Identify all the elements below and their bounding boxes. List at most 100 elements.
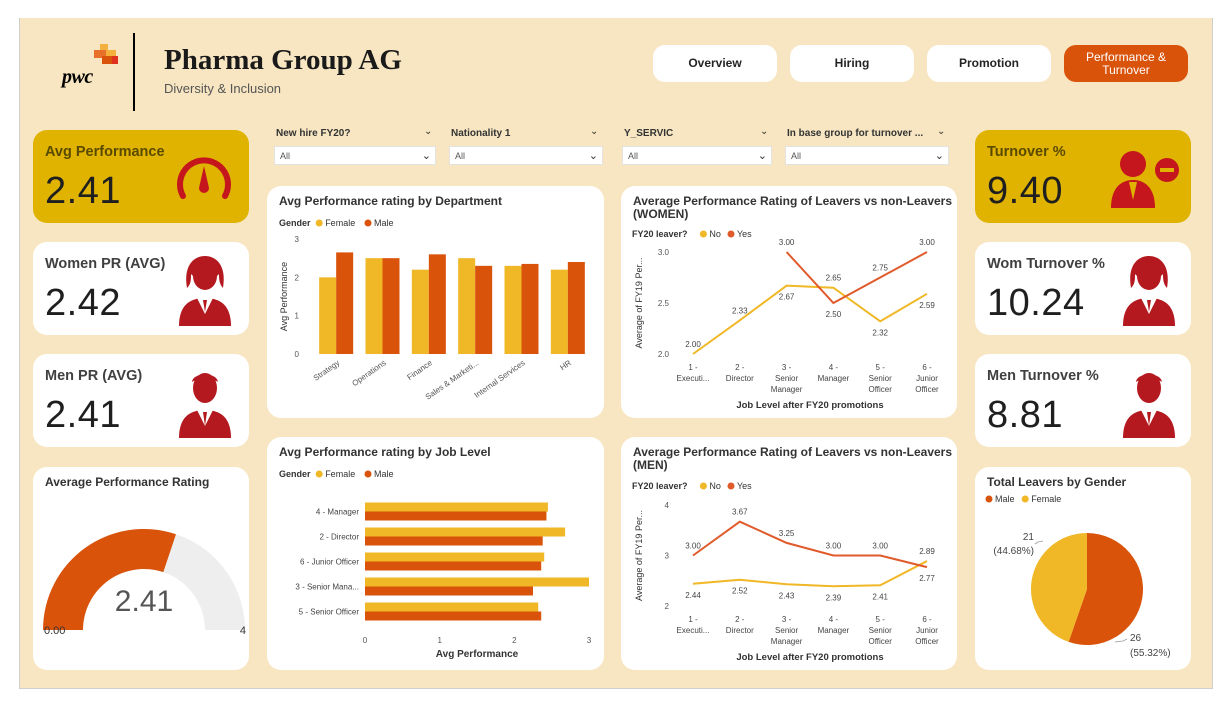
bar [365,502,548,512]
x-tick-label: Senior [775,374,798,383]
data-label: 2.00 [685,340,701,349]
x-tick-label: 4 - [829,363,839,372]
canvas-border-left [19,18,20,688]
kpi-women-pr-card: Women PR (AVG) 2.42 [33,242,249,335]
chevron-down-icon[interactable]: ⌄ [590,126,598,137]
data-label: 2.65 [826,274,842,283]
x-tick-label: Manager [771,637,803,646]
x-tick-label: Officer [915,637,939,646]
x-tick-label: 4 - [829,615,839,624]
kpi-label: Men PR (AVG) [45,368,143,384]
legend-marker [699,230,707,238]
y-axis-label: Average of FY19 Per... [634,258,644,349]
y-tick-label: 4 - Manager [316,508,359,517]
legend-label: Male [374,469,394,479]
kpi-label: Turnover % [987,144,1066,160]
x-tick-label: 1 [437,636,442,645]
legend-marker [315,470,323,478]
x-tick-label: Officer [868,637,892,646]
x-tick-label: 2 - [735,363,745,372]
nav-promotion-button[interactable]: Promotion [927,45,1051,82]
data-label: 3.25 [779,529,795,538]
x-tick-label: 5 - [876,363,886,372]
bar [567,262,585,354]
x-tick-label: 6 - [922,615,932,624]
nav-overview-button[interactable]: Overview [653,45,777,82]
x-tick-label: Senior [775,626,798,635]
kpi-men-pr-card: Men PR (AVG) 2.41 [33,354,249,447]
kpi-label: Men Turnover % [987,368,1099,384]
legend-marker [985,495,993,503]
x-tick-label: Senior [869,374,892,383]
legend-label: Female [325,218,355,228]
x-tick-label: 0 [363,636,368,645]
job-level-bar-chart: Gender Female Male 4 - Manager 2 - Director 6… [279,469,592,660]
slicer-value: All [455,151,466,161]
nav-performance-turnover-button[interactable]: Performance & Turnover [1064,45,1188,82]
data-label: 2.32 [872,328,888,337]
kpi-turnover-card: Turnover % 9.40 [975,130,1191,223]
slicer-base-group-label: In base group for turnover ... [787,128,924,139]
data-label: 2.44 [685,591,701,600]
chevron-down-icon[interactable]: ⌄ [937,126,945,137]
bar [428,254,446,354]
x-tick-label: Manager [771,385,803,394]
series-line-yes [785,251,928,305]
nav-hiring-button[interactable]: Hiring [790,45,914,82]
slicer-base-group-dropdown[interactable]: All ⌄ [785,146,949,165]
data-label: 3.00 [872,542,888,551]
slicer-value: All [791,151,802,161]
legend-title: Gender [279,469,311,479]
slicer-y-servic-dropdown[interactable]: All ⌄ [622,146,772,165]
data-label: 2.50 [826,310,842,319]
x-tick-label: Officer [868,385,892,394]
kpi-value: 2.41 [45,394,121,436]
y-tick-label: 2 - Director [319,533,359,542]
x-tick-label: 1 - [688,363,698,372]
legend-title: FY20 leaver? [632,481,688,491]
data-label: 26 [1130,633,1142,644]
legend-title: Gender [279,218,311,228]
legend-marker [364,219,372,227]
slicer-nationality-dropdown[interactable]: All ⌄ [449,146,603,165]
data-label: 3.00 [826,542,842,551]
x-tick-label: Officer [915,385,939,394]
women-leavers-line-chart-card: Average Performance Rating of Leavers vs… [621,186,957,418]
slicer-value: All [280,151,291,161]
x-tick-label: 6 - [922,363,932,372]
x-tick-label: Finance [405,358,434,382]
kpi-value: 8.81 [987,394,1063,436]
legend-label: No [709,481,721,491]
chevron-down-icon: ⌄ [757,150,767,162]
kpi-avg-performance-card: Avg Performance 2.41 [33,130,249,223]
kpi-label: Women PR (AVG) [45,256,166,272]
x-tick-label: Internal Services [473,358,527,400]
bar [475,265,493,354]
men-leavers-line-chart: FY20 leaver? No Yes 2 3 4 Average of FY19 Per.… [632,481,939,663]
data-label: 2.39 [826,593,842,602]
x-tick-label: Director [726,626,754,635]
slicer-new-hire-dropdown[interactable]: All ⌄ [274,146,436,165]
data-label: 3.00 [919,238,935,247]
leavers-by-gender-pie-card: Total Leavers by Gender Male Female 26 (55.… [975,467,1191,670]
chevron-down-icon[interactable]: ⌄ [760,126,768,137]
y-tick-label: 3 - Senior Mana... [295,583,359,592]
x-tick-label: Junior [916,626,938,635]
x-tick-label: Executi... [677,626,710,635]
x-tick-label: Executi... [677,374,710,383]
y-tick-label: 1 [295,312,300,321]
bar [365,586,533,596]
y-tick-label: 2 [665,602,670,611]
kpi-label: Wom Turnover % [987,256,1105,272]
kpi-label: Avg Performance [45,144,165,160]
bar [382,258,400,354]
men-leavers-line-chart-card: Average Performance Rating of Leavers vs… [621,437,957,670]
y-tick-label: 5 - Senior Officer [299,608,360,617]
canvas-border-bottom [19,688,1213,689]
data-label: 2.59 [919,301,935,310]
x-axis-label: Job Level after FY20 promotions [736,400,883,411]
legend-label: Yes [737,481,752,491]
data-label: 3.67 [732,508,748,517]
gauge-meter-icon [177,157,231,199]
chevron-down-icon[interactable]: ⌄ [424,126,432,137]
